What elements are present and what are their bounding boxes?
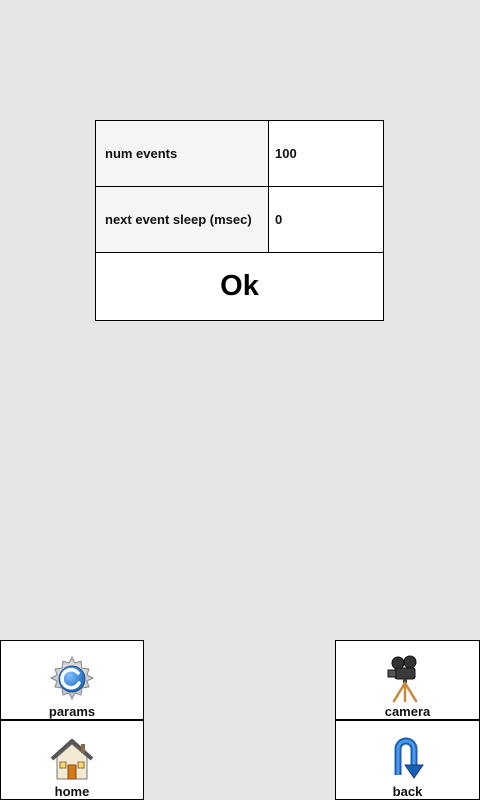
ok-button[interactable]: Ok xyxy=(96,253,383,320)
house-icon xyxy=(48,735,96,783)
sleep-msec-field[interactable]: 0 xyxy=(269,187,383,252)
movie-camera-icon xyxy=(384,655,432,703)
params-label: params xyxy=(48,704,96,719)
camera-label: camera xyxy=(384,704,431,719)
camera-button[interactable]: camera xyxy=(335,640,480,720)
home-label: home xyxy=(54,784,90,799)
param-label: num events xyxy=(96,121,269,186)
param-row-sleep: next event sleep (msec) 0 xyxy=(96,187,383,253)
home-button[interactable]: home xyxy=(0,720,144,800)
back-arrow-icon xyxy=(384,735,432,783)
gear-icon xyxy=(48,655,96,703)
params-button[interactable]: params xyxy=(0,640,144,720)
params-dialog: num events 100 next event sleep (msec) 0… xyxy=(95,120,384,321)
back-label: back xyxy=(392,784,423,799)
param-label: next event sleep (msec) xyxy=(96,187,269,252)
num-events-field[interactable]: 100 xyxy=(269,121,383,186)
back-button[interactable]: back xyxy=(335,720,480,800)
param-row-num-events: num events 100 xyxy=(96,121,383,187)
